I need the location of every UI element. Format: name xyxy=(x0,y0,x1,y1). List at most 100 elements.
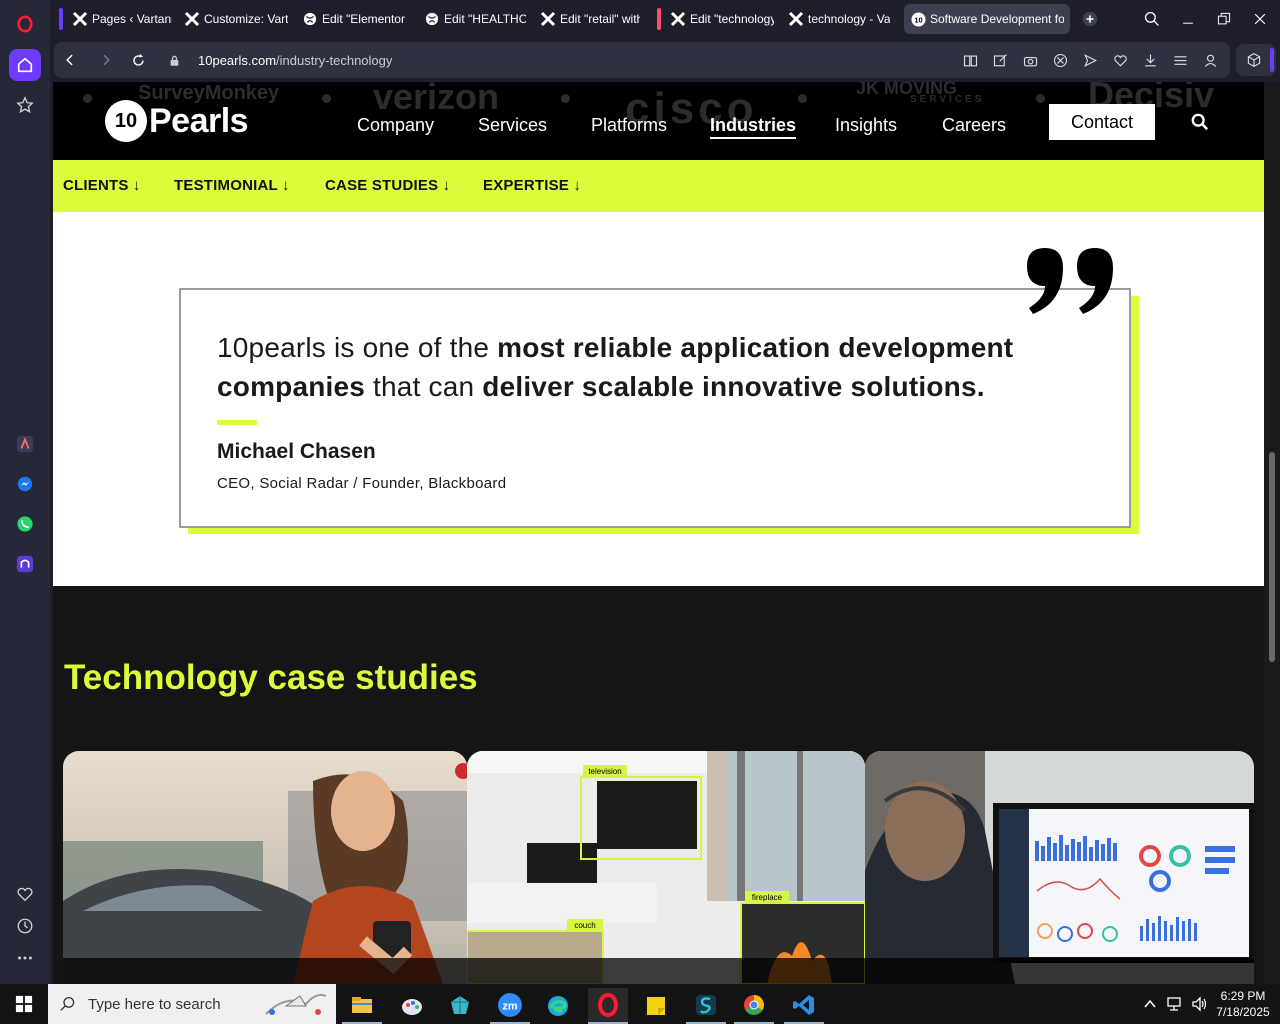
app-gem-icon[interactable] xyxy=(440,988,480,1024)
home-icon[interactable] xyxy=(9,49,41,81)
logo-text: Pearls xyxy=(149,101,249,140)
speaker-volume-icon[interactable] xyxy=(1190,996,1208,1012)
whatsapp-icon[interactable] xyxy=(9,508,41,540)
extensions-button[interactable] xyxy=(1236,44,1276,76)
nav-company[interactable]: Company xyxy=(357,115,434,136)
new-tab-plus-icon[interactable] xyxy=(1072,0,1108,38)
subnav-testimonial[interactable]: TESTIMONIAL ↓ xyxy=(174,177,290,194)
subnav-clients[interactable]: CLIENTS ↓ xyxy=(63,177,141,194)
search-icon[interactable] xyxy=(1191,113,1209,131)
system-clock[interactable]: 6:29 PM 7/18/2025 xyxy=(1212,988,1274,1020)
testimonial-author-name: Michael Chasen xyxy=(217,440,376,463)
chrome-browser-icon[interactable] xyxy=(734,988,774,1024)
edge-browser-icon[interactable] xyxy=(538,988,578,1024)
quote-bold-part: deliver scalable innovative solutions. xyxy=(482,371,985,402)
opera-browser-icon[interactable] xyxy=(588,988,628,1024)
ghost-logo: SERVICES xyxy=(910,94,985,105)
wp-x-icon xyxy=(788,11,804,27)
network-icon[interactable] xyxy=(1166,996,1184,1012)
subnav-case-studies[interactable]: CASE STUDIES ↓ xyxy=(325,177,450,194)
svg-text:10: 10 xyxy=(914,15,922,24)
nav-insights[interactable]: Insights xyxy=(835,115,897,136)
globe-icon xyxy=(424,11,440,27)
taskbar-search-box[interactable]: Type here to search xyxy=(48,984,336,1024)
profile-icon[interactable] xyxy=(1202,52,1218,68)
music-player-icon[interactable] xyxy=(9,548,41,580)
file-explorer-icon[interactable] xyxy=(342,988,382,1024)
lock-icon[interactable] xyxy=(164,50,184,70)
restore-icon[interactable] xyxy=(1206,0,1242,38)
zoom-icon[interactable]: zm xyxy=(490,988,530,1024)
tab-label: Edit "Elementor xyxy=(322,12,405,26)
forward-arrow-icon[interactable] xyxy=(96,50,116,70)
heart-icon[interactable] xyxy=(9,878,41,910)
tab-edit-technology[interactable]: Edit "technology xyxy=(656,4,780,34)
aria-icon[interactable] xyxy=(9,428,41,460)
testimonial-section: 10pearls is one of the most reliable app… xyxy=(53,212,1264,586)
logo-mark: 10 xyxy=(105,100,147,142)
tab-customize[interactable]: Customize: Varta xyxy=(178,4,294,34)
star-icon[interactable] xyxy=(9,89,41,121)
reload-icon[interactable] xyxy=(128,50,148,70)
10pearls-logo[interactable]: 10 Pearls xyxy=(105,100,249,142)
cube-icon xyxy=(1247,52,1261,68)
case-study-card[interactable] xyxy=(63,751,467,984)
nav-industries[interactable]: Industries xyxy=(710,115,797,139)
case-image-living-room: television fireplace couch xyxy=(467,751,865,984)
case-studies-section: Technology case studies television firep… xyxy=(53,586,1264,984)
sticky-notes-icon[interactable] xyxy=(636,988,676,1024)
edit-share-icon[interactable] xyxy=(992,52,1008,68)
search-highlight-doodle-icon xyxy=(265,994,327,1015)
minimize-icon[interactable] xyxy=(1170,0,1206,38)
vscode-icon[interactable] xyxy=(784,988,824,1024)
sublime-style-s-icon[interactable] xyxy=(686,988,726,1024)
easy-setup-menu-icon[interactable] xyxy=(1172,52,1188,68)
decor-dot xyxy=(798,94,807,103)
tag-television: television xyxy=(588,767,621,776)
paint-app-icon[interactable] xyxy=(392,988,432,1024)
clock-time: 6:29 PM xyxy=(1220,989,1266,1003)
nav-platforms[interactable]: Platforms xyxy=(591,115,667,136)
url-text[interactable]: 10pearls.com/industry-technology xyxy=(198,53,392,68)
download-icon[interactable] xyxy=(1142,52,1158,68)
back-arrow-icon[interactable] xyxy=(60,50,80,70)
tab-search-icon[interactable] xyxy=(1134,0,1170,38)
page-scrollbar[interactable] xyxy=(1264,82,1280,984)
scrollbar-thumb[interactable] xyxy=(1269,452,1275,662)
decor-dot xyxy=(1036,94,1045,103)
subnav-expertise[interactable]: EXPERTISE ↓ xyxy=(483,177,581,194)
contact-button[interactable]: Contact xyxy=(1049,104,1155,140)
browser-sidebar xyxy=(0,0,50,984)
tab-edit-retail[interactable]: Edit "retail" with xyxy=(534,4,646,34)
tab-software-development[interactable]: 10 Software Development for xyxy=(904,4,1070,34)
more-dots-icon[interactable] xyxy=(9,942,41,974)
reader-mode-icon[interactable] xyxy=(962,52,978,68)
bookmark-heart-icon[interactable] xyxy=(1112,52,1128,68)
case-study-card[interactable]: television fireplace couch xyxy=(467,751,865,984)
tab-edit-healthcare[interactable]: Edit "HEALTHCA xyxy=(418,4,532,34)
nav-services[interactable]: Services xyxy=(478,115,547,136)
quote-mark-icon xyxy=(1027,248,1113,314)
testimonial-author-role: CEO, Social Radar / Founder, Blackboard xyxy=(217,475,507,492)
opera-logo-icon[interactable] xyxy=(9,8,41,40)
ghost-logo: verizon xyxy=(373,82,500,117)
tab-pages[interactable]: Pages ‹ Vartanix xyxy=(58,4,178,34)
windows-start-icon[interactable] xyxy=(0,984,48,1024)
close-icon[interactable] xyxy=(1242,0,1278,38)
wp-x-icon xyxy=(670,11,686,27)
tab-edit-elementor[interactable]: Edit "Elementor xyxy=(296,4,414,34)
chevron-up-icon[interactable] xyxy=(1142,996,1158,1012)
case-studies-title: Technology case studies xyxy=(64,658,478,697)
case-study-card[interactable] xyxy=(865,751,1254,984)
testimonial-quote: 10pearls is one of the most reliable app… xyxy=(217,328,1097,406)
nav-careers[interactable]: Careers xyxy=(942,115,1006,136)
ad-block-icon[interactable] xyxy=(1052,52,1068,68)
send-arrow-icon[interactable] xyxy=(1082,52,1098,68)
tab-technology[interactable]: technology - Va xyxy=(782,4,896,34)
address-bar[interactable]: 10pearls.com/industry-technology xyxy=(54,42,1230,78)
history-clock-icon[interactable] xyxy=(9,910,41,942)
camera-snapshot-icon[interactable] xyxy=(1022,52,1038,68)
10pearls-icon: 10 xyxy=(910,11,926,27)
messenger-icon[interactable] xyxy=(9,468,41,500)
accent-bar xyxy=(217,420,257,425)
